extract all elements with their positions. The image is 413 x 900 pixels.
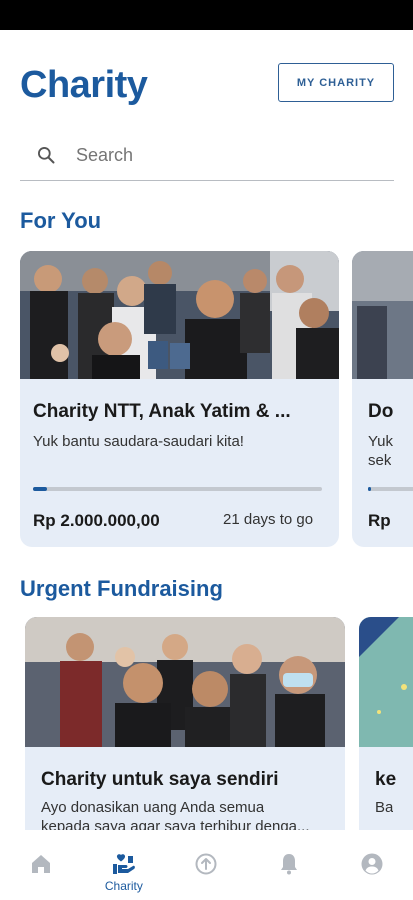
page-title: Charity (20, 64, 148, 106)
progress-bar (368, 487, 413, 491)
for-you-title: For You (20, 208, 102, 233)
nav-charity[interactable]: Charity (94, 852, 154, 893)
search-bar[interactable] (20, 130, 394, 181)
my-charity-button[interactable]: MY CHARITY (278, 63, 394, 102)
bottom-navigation: Charity (0, 830, 413, 900)
nav-home[interactable] (11, 852, 71, 876)
add-circle-icon (195, 853, 217, 875)
card-subtitle: Ayo donasikan uang Anda semua (41, 799, 265, 816)
nav-charity-label: Charity (104, 879, 143, 893)
account-icon (361, 853, 383, 875)
campaign-photo (359, 617, 413, 747)
urgent-fundraising-title: Urgent Fundraising (20, 576, 223, 601)
nav-notifications[interactable] (259, 852, 319, 876)
search-icon (38, 147, 55, 164)
card-title: ke (375, 769, 397, 790)
card-days-left: 21 days to go (223, 511, 314, 528)
card-amount: Rp 2.000.000,00 (33, 511, 160, 530)
campaign-photo (352, 251, 413, 379)
campaign-photo (20, 251, 339, 379)
status-bar (0, 0, 413, 30)
progress-fill (33, 487, 48, 491)
card-subtitle: Yuk bantu saudara-saudari kita! (33, 433, 244, 450)
urgent-card[interactable]: ke Ba (359, 617, 413, 847)
home-icon (32, 855, 51, 873)
nav-account[interactable] (342, 852, 402, 876)
nav-add[interactable] (176, 852, 236, 876)
urgent-card[interactable]: Charity untuk saya sendiri Ayo donasikan… (25, 617, 345, 847)
card-title: Charity untuk saya sendiri (41, 769, 279, 790)
charity-icon (112, 854, 135, 874)
search-input[interactable] (76, 144, 326, 166)
card-subtitle-line2: sek (368, 452, 392, 469)
charity-screen: Charity MY CHARITY For You Charity NTT, (0, 30, 413, 900)
card-subtitle: Ba (375, 799, 394, 816)
card-title: Charity NTT, Anak Yatim & ... (33, 401, 291, 422)
campaign-photo (25, 617, 345, 747)
progress-bar (33, 487, 322, 491)
card-title: Do (368, 401, 394, 422)
for-you-card[interactable]: Charity NTT, Anak Yatim & ... Yuk bantu … (20, 251, 339, 547)
for-you-card[interactable]: Do Yuk sek Rp (352, 251, 413, 547)
progress-fill (368, 487, 371, 491)
card-subtitle: Yuk (368, 433, 394, 450)
bell-icon (281, 854, 298, 875)
card-amount: Rp (368, 511, 391, 530)
